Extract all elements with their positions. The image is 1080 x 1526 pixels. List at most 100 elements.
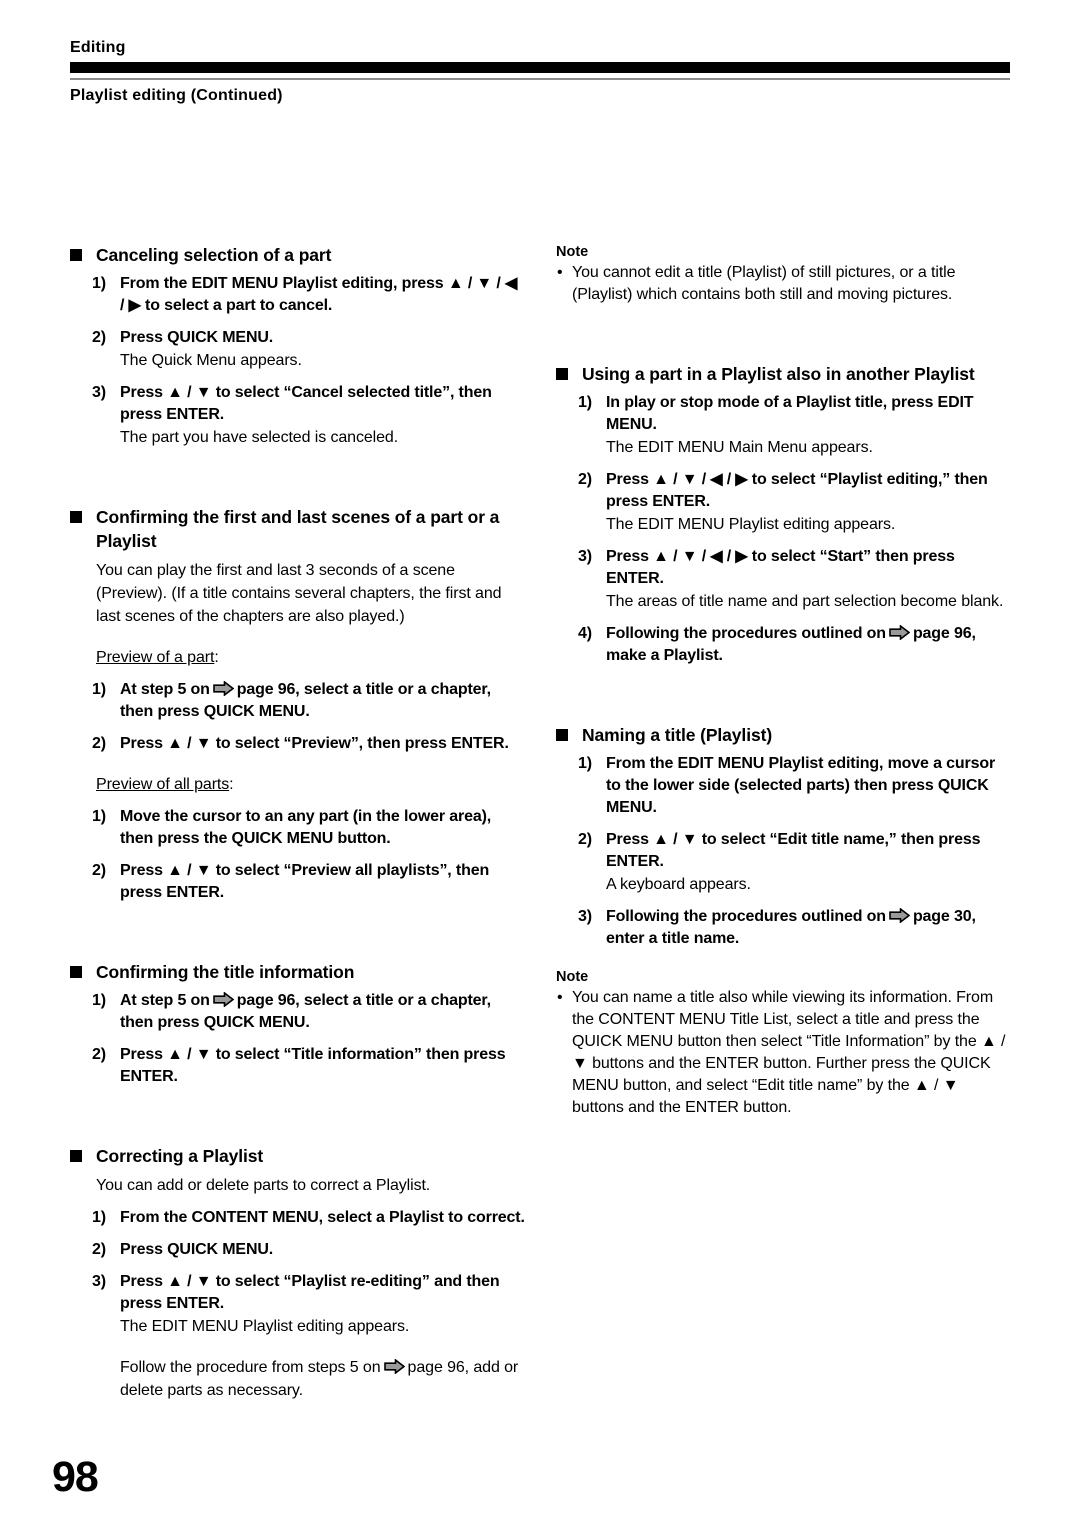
list-item: 2) Press ▲ / ▼ / ◀ / ▶ to select “Playli…	[578, 469, 1011, 513]
section-canceling-selection: Canceling selection of a part 1) From th…	[70, 243, 525, 449]
step-text: From the CONTENT MENU, select a Playlist…	[120, 1209, 525, 1226]
list-item: 3) Following the procedures outlined on p…	[578, 906, 1011, 950]
section-heading: Naming a title (Playlist)	[556, 723, 1011, 747]
step-number: 1)	[92, 992, 106, 1009]
list-item: 1) At step 5 on page 96, select a title o…	[92, 990, 525, 1034]
step-text: Following the procedures outlined on page…	[606, 906, 1011, 950]
list-item: 2) Press ▲ / ▼ to select “Preview”, then…	[92, 733, 525, 755]
right-arrow-icon	[383, 1359, 405, 1374]
step-number: 3)	[92, 384, 106, 401]
manual-page: Editing Playlist editing (Continued) Can…	[0, 0, 1080, 1526]
list-item: 1) In play or stop mode of a Playlist ti…	[578, 392, 1011, 436]
closing-text-before-icon: Follow the procedure from steps 5 on	[120, 1359, 381, 1376]
step-number: 3)	[578, 548, 592, 565]
heading-text: Correcting a Playlist	[96, 1146, 264, 1166]
step-result-text: The EDIT MENU Playlist editing appears.	[120, 1318, 410, 1335]
right-column: Note • You cannot edit a title (Playlist)…	[556, 243, 1011, 1119]
list-item: 3) Press ▲ / ▼ to select “Playlist re-ed…	[92, 1271, 525, 1315]
step-text: Press ▲ / ▼ to select “Edit title name,”…	[606, 831, 981, 870]
list-item: 3) Press ▲ / ▼ / ◀ / ▶ to select “Start”…	[578, 546, 1011, 590]
step-number: 1)	[92, 1209, 106, 1226]
step-number: 3)	[578, 908, 592, 925]
filled-square-bullet-icon	[556, 368, 568, 380]
list-item: 2) Press ▲ / ▼ to select “Edit title nam…	[578, 829, 1011, 873]
step-number: 4)	[578, 625, 592, 642]
section-confirming-scenes: Confirming the first and last scenes of …	[70, 505, 525, 904]
right-arrow-icon	[889, 908, 910, 923]
note-block-1: Note • You cannot edit a title (Playlist)…	[556, 243, 1011, 306]
right-arrow-icon	[212, 681, 234, 696]
section-body-text: You can play the first and last 3 second…	[96, 562, 502, 625]
step-text: Press ▲ / ▼ to select “Cancel selected t…	[120, 384, 492, 423]
list-item: 3) Press ▲ / ▼ to select “Cancel selecte…	[92, 382, 525, 426]
step-text: From the EDIT MENU Playlist editing, pre…	[120, 275, 518, 314]
step-number: 2)	[92, 735, 106, 752]
step-text-before-icon: Following the procedures outlined on	[606, 908, 886, 925]
step-text: Press ▲ / ▼ / ◀ / ▶ to select “Start” th…	[606, 548, 955, 587]
step-text: At step 5 on page 96, select a title or a…	[120, 990, 525, 1034]
step-text: In play or stop mode of a Playlist title…	[606, 394, 974, 433]
step-text: At step 5 on page 96, select a title or a…	[120, 679, 525, 723]
subsection-label-colon: :	[229, 776, 234, 793]
step-text: Press QUICK MENU.	[120, 1241, 274, 1258]
heading-text: Naming a title (Playlist)	[582, 725, 773, 745]
list-item: 2) Press QUICK MENU.	[92, 327, 525, 349]
section-heading: Correcting a Playlist	[70, 1144, 525, 1168]
filled-square-bullet-icon	[70, 249, 82, 261]
step-number: 2)	[92, 1241, 106, 1258]
step-text: Press ▲ / ▼ to select “Playlist re-editi…	[120, 1273, 500, 1312]
step-text-before-icon: At step 5 on	[120, 681, 210, 698]
step-number: 2)	[578, 831, 592, 848]
section-body-text: You can add or delete parts to correct a…	[96, 1177, 431, 1194]
section-heading: Canceling selection of a part	[70, 243, 525, 267]
step-number: 2)	[578, 471, 592, 488]
note-body-text: You cannot edit a title (Playlist) of st…	[572, 264, 956, 303]
step-text: Press ▲ / ▼ to select “Preview all playl…	[120, 862, 490, 901]
left-column: Canceling selection of a part 1) From th…	[70, 243, 525, 1402]
step-text: From the EDIT MENU Playlist editing, mov…	[606, 755, 996, 816]
bullet-dot-icon: •	[557, 989, 563, 1006]
subsection-label-underlined: Preview of all parts	[96, 776, 230, 793]
list-item: 2) Press ▲ / ▼ to select “Preview all pl…	[92, 860, 525, 904]
list-item: 2) Press ▲ / ▼ to select “Title informat…	[92, 1044, 525, 1088]
subsection-label: Preview of a part:	[96, 646, 525, 669]
step-number: 1)	[92, 275, 106, 292]
note-body-text: You can name a title also while viewing …	[572, 989, 1006, 1116]
subsection-label-colon: :	[214, 649, 219, 666]
step-text: Press ▲ / ▼ to select “Preview”, then pr…	[120, 735, 509, 752]
filled-square-bullet-icon	[70, 511, 82, 523]
filled-square-bullet-icon	[556, 729, 568, 741]
step-number: 1)	[92, 681, 106, 698]
subsection-label: Preview of all parts:	[96, 773, 525, 796]
step-text: Press ▲ / ▼ / ◀ / ▶ to select “Playlist …	[606, 471, 988, 510]
list-item: 2) Press QUICK MENU.	[92, 1239, 525, 1261]
step-text: Press ▲ / ▼ to select “Title information…	[120, 1046, 506, 1085]
note-label: Note	[556, 244, 589, 260]
step-result-text: The part you have selected is canceled.	[120, 429, 399, 446]
step-result-text: The areas of title name and part selecti…	[606, 593, 1004, 610]
list-item: 1) At step 5 on page 96, select a title o…	[92, 679, 525, 723]
list-item: 4) Following the procedures outlined on p…	[578, 623, 1011, 667]
closing-paragraph: Follow the procedure from steps 5 on page…	[120, 1356, 525, 1402]
step-result-text: A keyboard appears.	[606, 876, 751, 893]
bullet-dot-icon: •	[557, 264, 563, 281]
page-header: Editing Playlist editing (Continued)	[70, 38, 1010, 105]
right-arrow-icon	[212, 992, 234, 1007]
step-text: Following the procedures outlined on page…	[606, 623, 1011, 667]
step-result-text: The EDIT MENU Playlist editing appears.	[606, 516, 896, 533]
step-number: 1)	[578, 394, 592, 411]
step-text: Move the cursor to an any part (in the l…	[120, 808, 492, 847]
filled-square-bullet-icon	[70, 966, 82, 978]
step-number: 1)	[92, 808, 106, 825]
section-heading: Confirming the first and last scenes of …	[70, 505, 525, 553]
step-number: 2)	[92, 1046, 106, 1063]
subsection-label-underlined: Preview of a part	[96, 649, 215, 666]
list-item: 1) From the EDIT MENU Playlist editing, …	[578, 753, 1011, 819]
filled-square-bullet-icon	[70, 1150, 82, 1162]
section-using-part-another-playlist: Using a part in a Playlist also in anoth…	[556, 362, 1011, 667]
note-label: Note	[556, 969, 589, 985]
step-text-before-icon: At step 5 on	[120, 992, 210, 1009]
header-thick-rule	[70, 62, 1010, 73]
note-block-2: Note • You can name a title also while vi…	[556, 968, 1011, 1119]
section-title: Playlist editing (Continued)	[70, 87, 283, 104]
